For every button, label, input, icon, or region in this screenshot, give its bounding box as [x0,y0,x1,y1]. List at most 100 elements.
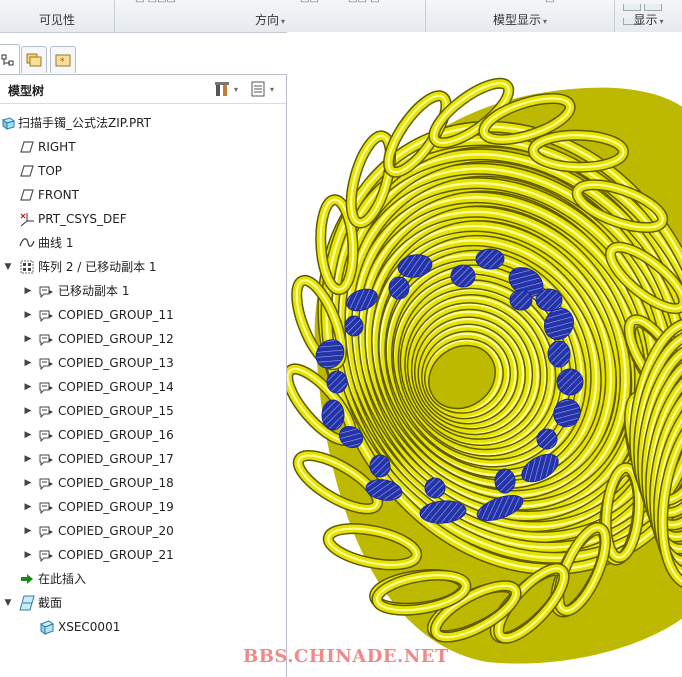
ribbon-group-show[interactable]: 显示 ▾ [615,10,682,30]
tree-item-label: COPIED_GROUP_20 [58,524,174,538]
tree-item-pattern-2[interactable]: ▼ 阵列 2 / 已移动副本 1 [0,256,286,278]
model-tree-icon [1,54,14,66]
folder-browser-icon [26,53,42,67]
xsec-icon [39,620,55,635]
ribbon-group-orientation[interactable]: 方向 ▾ [115,10,425,30]
section-cut-face [321,399,345,431]
tree-item-group[interactable]: ▶ COPIED_GROUP_19 [0,496,286,518]
watermark-text: BBS.CHINADE.NET [243,646,449,667]
group-icon [38,476,54,490]
ribbon-group-bar: ▭ ▭▭▭ ▭▭ ▭▭ ▭ ▭ 可见性 方向 ▾ 模型显示 ▾ 显示 ▾ [0,0,682,33]
tree-item-label: COPIED_GROUP_19 [58,500,174,514]
expand-arrow-icon[interactable]: ▶ [22,472,34,494]
tree-item-label: COPIED_GROUP_18 [58,476,174,490]
group-icon [38,284,54,298]
section-cut-face [424,477,446,499]
group-icon [38,524,54,538]
tree-item-group[interactable]: ▶ COPIED_GROUP_15 [0,400,286,422]
expand-arrow-icon[interactable]: ▶ [22,328,34,350]
tree-item-sections[interactable]: ▼ 截面 [0,592,286,614]
expand-arrow-icon[interactable]: ▶ [22,304,34,326]
tree-item-label: 在此插入 [38,572,87,586]
part-icon [0,116,16,130]
chevron-down-icon[interactable]: ▾ [234,85,238,94]
group-icon [38,452,54,466]
expand-arrow-icon[interactable]: ▶ [22,544,34,566]
tree-item-insert-here[interactable]: 在此插入 [0,568,286,590]
tree-item-group[interactable]: ▶ COPIED_GROUP_12 [0,328,286,350]
model-tree-panel: 模型树 ▾ ▾ 扫描手镯_公式法ZIP.PRT RIGHT TOP FRONT … [0,74,287,677]
expand-arrow-icon[interactable]: ▶ [22,520,34,542]
section-cut-face [547,340,571,368]
ribbon-group-model-display[interactable]: 模型显示 ▾ [426,10,614,30]
braided-bracelet-model[interactable] [287,32,682,676]
expand-arrow-icon[interactable]: ▶ [22,424,34,446]
chevron-down-icon: ▾ [281,17,286,26]
tree-item-group[interactable]: ▶ COPIED_GROUP_14 [0,376,286,398]
tree-item-group[interactable]: ▶ COPIED_GROUP_17 [0,448,286,470]
expand-arrow-icon[interactable]: ▶ [22,448,34,470]
ribbon-group-label: 显示 [633,13,658,27]
group-icon [38,404,54,418]
cross-section-icon [19,595,35,611]
tree-item-label: RIGHT [38,140,76,154]
tree-item-label: 截面 [38,596,63,610]
collapse-arrow-icon[interactable]: ▼ [2,592,14,614]
ribbon-clipped-controls: ▭▭ ▭ [348,0,380,6]
chevron-down-icon: ▾ [543,17,548,26]
ribbon-group-visibility[interactable]: 可见性 [0,10,114,30]
tree-item-label: COPIED_GROUP_16 [58,428,174,442]
model-tree-header: 模型树 ▾ ▾ [0,75,286,104]
section-cut-face [536,428,558,450]
tree-item-group[interactable]: ▶ COPIED_GROUP_13 [0,352,286,374]
favorites-folder-icon: * [55,54,71,67]
tree-item-label: FRONT [38,188,79,202]
tree-item-label: 已移动副本 1 [58,284,130,298]
tree-item-front[interactable]: FRONT [0,184,286,206]
section-cut-face [475,248,505,270]
tree-item-curve-1[interactable]: 曲线 1 [0,232,286,254]
tree-item-label: COPIED_GROUP_14 [58,380,174,394]
tree-item-csys[interactable]: PRT_CSYS_DEF [0,208,286,230]
tree-columns-icon[interactable] [249,80,267,98]
ribbon-clipped-tool-buttons[interactable] [620,0,682,25]
tab-folder-browser[interactable] [21,46,47,73]
ribbon-group-label: 模型显示 [492,13,541,27]
graphics-window[interactable] [287,32,682,676]
section-cut-face [388,276,410,300]
tree-item-xsec0001[interactable]: XSEC0001 [0,616,286,638]
tree-item-group[interactable]: ▶ COPIED_GROUP_18 [0,472,286,494]
datum-plane-icon [19,140,35,154]
tree-item-group[interactable]: ▶ COPIED_GROUP_21 [0,544,286,566]
tree-settings-icon[interactable] [213,80,231,98]
group-icon [38,308,54,322]
tree-item-right[interactable]: RIGHT [0,136,286,158]
expand-arrow-icon[interactable]: ▶ [22,400,34,422]
expand-arrow-icon[interactable]: ▶ [22,496,34,518]
tree-item-label: COPIED_GROUP_21 [58,548,174,562]
expand-arrow-icon[interactable]: ▶ [22,376,34,398]
collapse-arrow-icon[interactable]: ▼ [2,256,14,278]
tree-item-label: TOP [38,164,63,178]
tree-item-top[interactable]: TOP [0,160,286,182]
ribbon-clipped-controls: ▭ ▭▭▭ [135,0,176,6]
section-cut-face [494,468,516,494]
chevron-down-icon[interactable]: ▾ [270,85,274,94]
tree-item-label: 扫描手镯_公式法ZIP.PRT [18,116,151,130]
tree-item-label: COPIED_GROUP_12 [58,332,174,346]
tab-model-tree[interactable] [0,44,20,75]
section-cut-face [326,370,348,394]
tree-item-group[interactable]: ▶ COPIED_GROUP_11 [0,304,286,326]
tree-item-group[interactable]: ▶ COPIED_GROUP_20 [0,520,286,542]
expand-arrow-icon[interactable]: ▶ [22,352,34,374]
ribbon-clipped-controls: ▭▭ [300,0,319,6]
tree-root-part[interactable]: 扫描手镯_公式法ZIP.PRT [0,112,286,134]
tree-item-group[interactable]: ▶ 已移动副本 1 [0,280,286,302]
tree-item-label: XSEC0001 [58,620,121,634]
tab-favorites[interactable]: * [50,46,76,73]
section-cut-face [509,289,533,311]
datum-plane-icon [19,188,35,202]
tree-item-group[interactable]: ▶ COPIED_GROUP_16 [0,424,286,446]
expand-arrow-icon[interactable]: ▶ [22,280,34,302]
section-cut-face [344,315,364,337]
